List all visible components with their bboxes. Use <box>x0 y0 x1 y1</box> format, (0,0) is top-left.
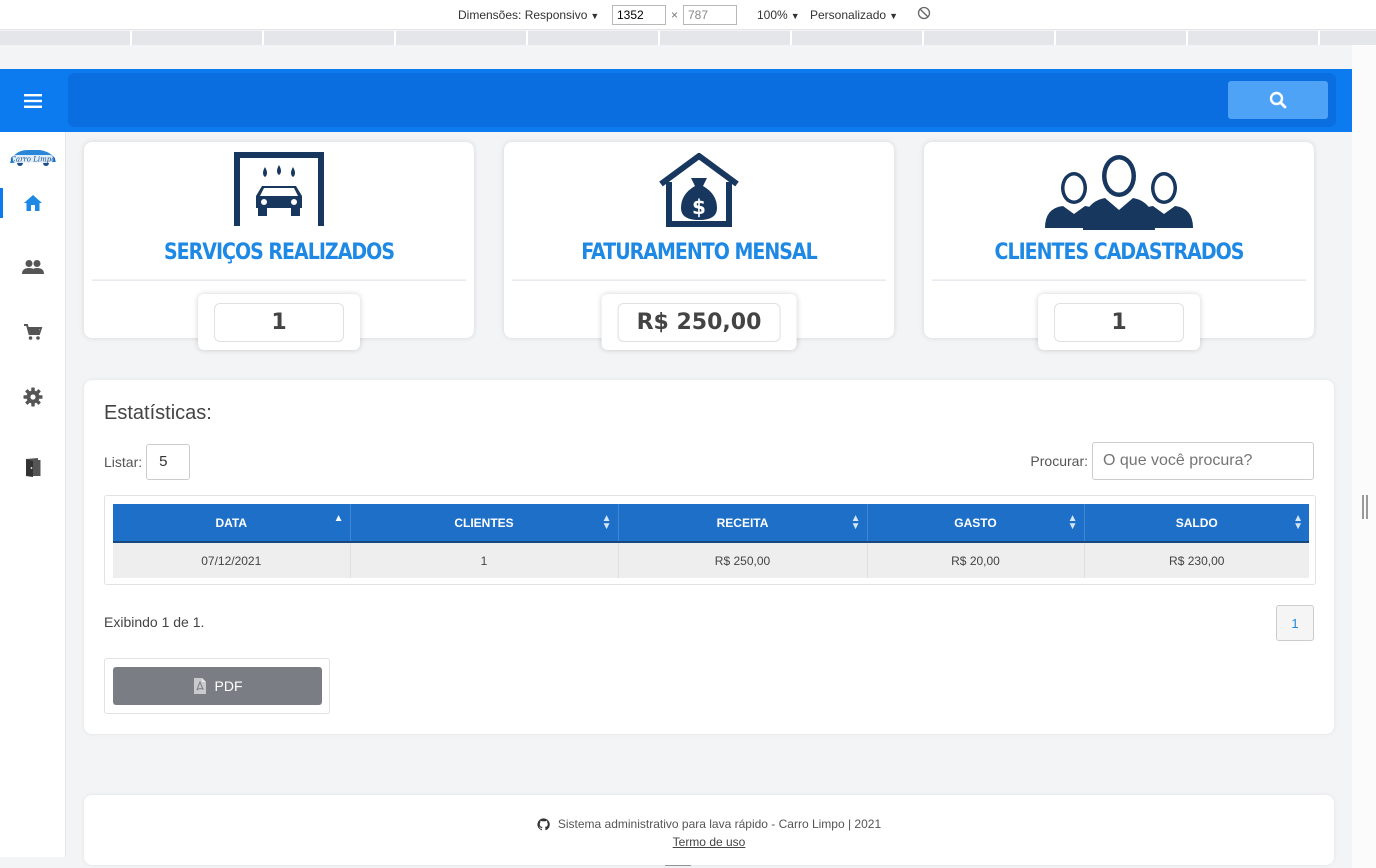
card-value-box: R$ 250,00 <box>601 294 797 350</box>
column-header-label: DATA <box>215 515 248 530</box>
card-title: SERVIÇOS REALIZADOS <box>92 239 466 281</box>
sort-both-icon: ▲ ▼ <box>850 513 861 532</box>
column-header-saldo[interactable]: SALDO ▲ ▼ <box>1084 504 1309 542</box>
table-cell: 1 <box>350 541 619 578</box>
pdf-label: PDF <box>214 678 243 694</box>
dimensions-label: Dimensões: Responsivo <box>458 8 588 22</box>
table-search-input[interactable] <box>1092 442 1314 480</box>
export-container: PDF <box>104 658 330 714</box>
page-length-select[interactable]: 5 <box>146 444 191 480</box>
zoom-dropdown[interactable]: 100% ▼ <box>757 8 800 22</box>
money-house-icon: $ <box>659 153 739 227</box>
table-cell: R$ 230,00 <box>1084 541 1309 578</box>
card-icon-wrap <box>924 152 1314 232</box>
card-icon-wrap: $ <box>504 152 894 232</box>
pagination-page-button[interactable]: 1 <box>1276 605 1314 641</box>
github-icon[interactable] <box>537 817 550 831</box>
menu-toggle-button[interactable] <box>0 69 66 132</box>
panel-title: Estatísticas: <box>104 402 212 424</box>
column-header-receita[interactable]: RECEITA ▲ ▼ <box>618 504 868 542</box>
sidebar-item-settings[interactable] <box>0 377 66 417</box>
table-info: Exibindo 1 de 1. <box>104 614 205 630</box>
sidebar-item-home[interactable] <box>0 183 66 223</box>
column-header-clientes[interactable]: CLIENTES ▲ ▼ <box>350 504 619 542</box>
zoom-label: 100% <box>757 8 788 22</box>
sort-both-icon: ▲ ▼ <box>601 513 612 532</box>
media-query-ruler <box>0 31 1376 45</box>
table-container: DATA ▲ CLIENTES ▲ ▼ RECEITA ▲ ▼ GASTO ▲ ▼ SALDO… <box>104 495 1316 585</box>
table-search-control: Procurar: <box>1030 442 1314 480</box>
footer-text: Sistema administrativo para lava rápido … <box>557 817 882 831</box>
statistics-table: DATA ▲ CLIENTES ▲ ▼ RECEITA ▲ ▼ GASTO ▲ ▼ SALDO… <box>113 504 1309 578</box>
card-title: CLIENTES CADASTRADOS <box>932 239 1306 281</box>
footer: Sistema administrativo para lava rápido … <box>84 795 1334 865</box>
listar-label: Listar: <box>104 454 143 470</box>
column-header-label: SALDO <box>1175 515 1218 530</box>
table-cell: R$ 250,00 <box>618 541 868 578</box>
cart-icon <box>24 324 43 340</box>
column-header-label: CLIENTES <box>454 515 514 530</box>
column-header-gasto[interactable]: GASTO ▲ ▼ <box>867 504 1085 542</box>
card-services: SERVIÇOS REALIZADOS 1 <box>84 142 474 350</box>
throttle-label: Personalizado <box>810 8 887 22</box>
terms-link[interactable]: Termo de uso <box>84 835 1334 849</box>
pdf-file-icon <box>193 678 206 694</box>
home-icon <box>24 195 42 211</box>
column-header-label: GASTO <box>954 515 997 530</box>
height-input[interactable]: 787 <box>683 5 737 25</box>
navbar-search-area <box>68 73 1336 127</box>
table-cell: R$ 20,00 <box>867 541 1085 578</box>
throttle-dropdown[interactable]: Personalizado ▼ <box>810 8 898 22</box>
sidebar-item-logout[interactable] <box>0 447 66 487</box>
exit-door-icon <box>26 458 41 477</box>
gear-icon <box>23 387 43 407</box>
times-symbol: × <box>671 8 679 22</box>
card-icon-wrap <box>84 152 474 232</box>
column-header-data[interactable]: DATA ▲ <box>113 504 351 542</box>
procurar-label: Procurar: <box>1030 453 1088 469</box>
footer-credits: Sistema administrativo para lava rápido … <box>84 817 1334 831</box>
rotate-disabled-icon[interactable] <box>917 6 931 23</box>
page-length-control: Listar: 5 <box>104 444 191 480</box>
table-cell: 07/12/2021 <box>113 541 351 578</box>
users-icon <box>22 260 44 274</box>
chevron-down-icon: ▼ <box>590 11 600 21</box>
brand-logo[interactable]: Carro Limpo <box>8 144 58 168</box>
table-header-row: DATA ▲ CLIENTES ▲ ▼ RECEITA ▲ ▼ GASTO ▲ ▼ SALDO… <box>113 504 1309 542</box>
sort-both-icon: ▲ ▼ <box>1293 513 1303 532</box>
resize-handle-icon[interactable] <box>1362 495 1368 519</box>
statistics-panel: Estatísticas: Listar: 5 Procurar: DATA ▲ … <box>84 380 1334 734</box>
card-revenue: $ FATURAMENTO MENSAL R$ 250,00 <box>504 142 894 350</box>
sidebar-item-services[interactable] <box>0 312 66 352</box>
card-value: 1 <box>1054 302 1184 342</box>
dimensions-dropdown[interactable]: Dimensões: Responsivo ▼ <box>458 8 599 22</box>
sidebar-item-clients[interactable] <box>0 247 66 287</box>
customers-icon <box>1045 155 1193 230</box>
table-row: 07/12/2021 1 R$ 250,00 R$ 20,00 R$ 230,0… <box>113 541 1309 578</box>
top-navbar <box>0 69 1352 132</box>
search-button[interactable] <box>1228 81 1328 119</box>
pdf-export-button[interactable]: PDF <box>113 667 322 705</box>
sort-asc-icon: ▲ <box>333 513 344 524</box>
card-value: 1 <box>214 302 344 342</box>
sort-both-icon: ▲ ▼ <box>1067 513 1078 532</box>
card-value-box: 1 <box>1038 294 1200 350</box>
column-header-label: RECEITA <box>716 515 769 530</box>
hamburger-icon <box>24 93 42 108</box>
search-icon <box>1269 91 1287 109</box>
svg-text:Carro Limpo: Carro Limpo <box>11 156 56 164</box>
card-value-box: 1 <box>198 294 360 350</box>
resize-strip <box>1352 45 1376 868</box>
sidebar: Carro Limpo <box>0 132 66 857</box>
card-title: FATURAMENTO MENSAL <box>512 239 886 281</box>
card-value: R$ 250,00 <box>617 302 781 342</box>
car-wash-icon <box>234 152 324 226</box>
svg-text:$: $ <box>692 195 706 219</box>
devtools-toolbar: Dimensões: Responsivo ▼ 1352 × 787 100% ▼ … <box>0 0 1376 30</box>
chevron-down-icon: ▼ <box>790 11 800 21</box>
width-input[interactable]: 1352 <box>612 5 666 25</box>
chevron-down-icon: ▼ <box>889 11 898 21</box>
card-clients: CLIENTES CADASTRADOS 1 <box>924 142 1314 350</box>
